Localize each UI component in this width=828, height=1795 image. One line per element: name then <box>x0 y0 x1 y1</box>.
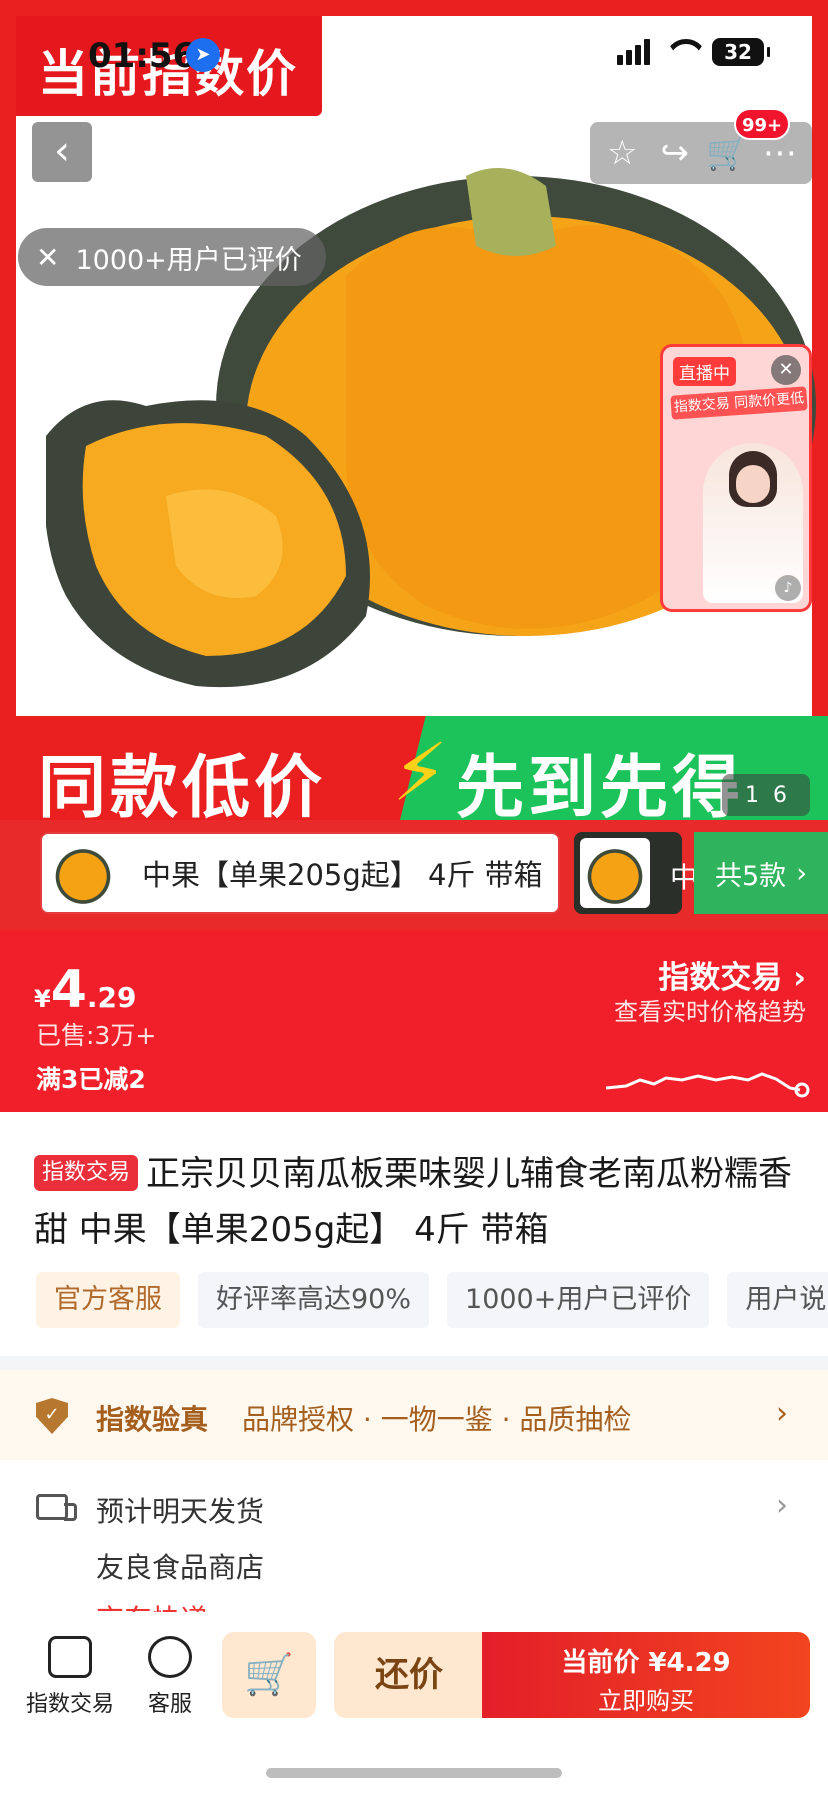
promo-text: 满3已减2 <box>36 1065 146 1094</box>
product-title: 正宗贝贝南瓜板栗味婴儿辅食老南瓜粉糯香甜 中果【单果205g起】 4斤 带箱 <box>34 1154 793 1250</box>
live-close-icon[interactable]: ✕ <box>771 355 801 385</box>
ship-estimate: 预计明天发货 <box>96 1495 265 1528</box>
page-current: 1 <box>745 782 759 808</box>
live-poster-text: 指数交易 同款价更低 <box>670 386 808 420</box>
share-icon[interactable]: ↪ <box>653 133 697 173</box>
store-icon <box>48 1636 92 1678</box>
status-indicators: 32 <box>617 38 770 66</box>
product-title-block: 指数交易 正宗贝贝南瓜板栗味婴儿辅食老南瓜粉糯香甜 中果【单果205g起】 4斤 … <box>34 1146 814 1258</box>
price-trend-link[interactable]: 查看实时价格趋势 <box>614 992 806 1027</box>
review-pill[interactable]: ✕ 1000+用户已评价 <box>18 228 326 286</box>
lightning-icon: ⚡ <box>392 726 449 819</box>
bargain-button[interactable]: 还价 <box>334 1632 484 1718</box>
verify-desc: 品牌授权 · 一物一鉴 · 品质抽检 <box>242 1403 632 1436</box>
shipping-row[interactable]: 预计明天发货 友良食品商店 京东快递 › <box>0 1470 828 1636</box>
store-name: 友良食品商店 <box>96 1551 265 1584</box>
current-price: ¥4.29 <box>34 960 137 1020</box>
wifi-icon <box>664 39 698 65</box>
add-to-cart-button[interactable]: 🛒 <box>222 1632 316 1718</box>
variant-count-label: 共5款 <box>715 860 787 892</box>
buy-now-button[interactable]: 当前价 ¥4.29 立即购买 <box>482 1632 810 1718</box>
promo-banner-left: 同款低价 <box>0 716 420 820</box>
favorite-star-icon[interactable]: ☆ <box>600 133 644 173</box>
chip-reviews[interactable]: 1000+用户已评价 <box>447 1272 710 1328</box>
variant-option-selected[interactable]: 中果【单果205g起】 4斤 带箱 <box>40 832 560 914</box>
price-decimal: .29 <box>86 981 137 1014</box>
status-time: 01:56 <box>88 36 197 76</box>
section-divider <box>0 1356 828 1370</box>
price-trend-sparkline[interactable] <box>606 1050 818 1100</box>
truck-icon <box>36 1494 77 1521</box>
index-trade-tag: 指数交易 <box>34 1155 139 1191</box>
index-trade-label: 指数交易 <box>658 960 783 996</box>
buy-now-label: 立即购买 <box>598 1687 694 1715</box>
cart-icon[interactable]: 🛒 <box>705 133 749 173</box>
cellular-signal-icon <box>617 39 650 65</box>
chevron-right-icon: › <box>776 1488 788 1523</box>
promo-banner-left-text: 同款低价 <box>38 749 327 820</box>
variant-thumbnail <box>48 838 118 908</box>
shield-check-icon: ✓ <box>36 1398 68 1434</box>
mute-icon[interactable]: ♪ <box>775 575 801 601</box>
variant-selector: 中果【单果205g起】 4斤 带箱 中 共5款 › <box>0 820 828 930</box>
authenticity-row[interactable]: ✓ 指数验真 品牌授权 · 一物一鉴 · 品质抽检 › <box>0 1370 828 1460</box>
price-currency: ¥ <box>34 985 51 1013</box>
chevron-right-icon: › <box>776 1396 788 1431</box>
price-integer: 4 <box>50 960 87 1020</box>
close-icon[interactable]: ✕ <box>36 241 59 274</box>
smile-face-icon <box>148 1636 192 1678</box>
battery-icon: 32 <box>712 38 770 66</box>
image-page-indicator: 1 6 <box>722 774 810 816</box>
index-trade-tab[interactable]: 指数交易 <box>20 1636 120 1718</box>
customer-service-label: 客服 <box>147 1692 192 1717</box>
sold-count: 已售:3万+ <box>36 1021 157 1050</box>
buy-price-label: 当前价 ¥4.29 <box>561 1648 731 1678</box>
review-pill-text: 1000+用户已评价 <box>75 244 302 276</box>
chevron-right-icon: › <box>796 857 807 889</box>
customer-service-tab[interactable]: 客服 <box>120 1636 220 1718</box>
cart-plus-icon: 🛒 <box>244 1652 294 1698</box>
home-indicator <box>266 1768 562 1778</box>
chip-user-says[interactable]: 用户说 <box>727 1272 828 1328</box>
cart-count-badge: 99+ <box>734 108 791 140</box>
chip-official-service[interactable]: 官方客服 <box>36 1272 180 1328</box>
chevron-right-icon: › <box>793 960 806 996</box>
verify-title: 指数验真 <box>96 1403 209 1436</box>
back-button[interactable]: ‹ <box>32 122 92 182</box>
live-stream-window[interactable]: 直播中 ✕ 指数交易 同款价更低 ♪ <box>660 344 812 612</box>
live-tag: 直播中 <box>673 357 736 386</box>
promo-banner: 同款低价 先到先得 ⚡ <box>0 716 828 820</box>
variant-thumbnail <box>580 838 650 908</box>
index-trade-tab-label: 指数交易 <box>25 1692 114 1717</box>
all-variants-button[interactable]: 共5款 › <box>694 832 828 914</box>
price-section: ¥4.29 已售:3万+ 满3已减2 指数交易 › 查看实时价格趋势 <box>0 930 828 1112</box>
promo-banner-right-text: 先到先得 <box>456 749 745 820</box>
chip-good-rate[interactable]: 好评率高达90% <box>198 1272 430 1328</box>
variant-name: 中果【单果205g起】 4斤 带箱 <box>142 858 543 892</box>
index-trade-link[interactable]: 指数交易 › <box>658 952 806 997</box>
page-total: 6 <box>773 782 787 808</box>
location-arrow-icon: ➤ <box>186 38 220 72</box>
feature-chips: 官方客服 好评率高达90% 1000+用户已评价 用户说 <box>36 1272 828 1330</box>
variant-option-2[interactable]: 中 <box>574 832 698 914</box>
